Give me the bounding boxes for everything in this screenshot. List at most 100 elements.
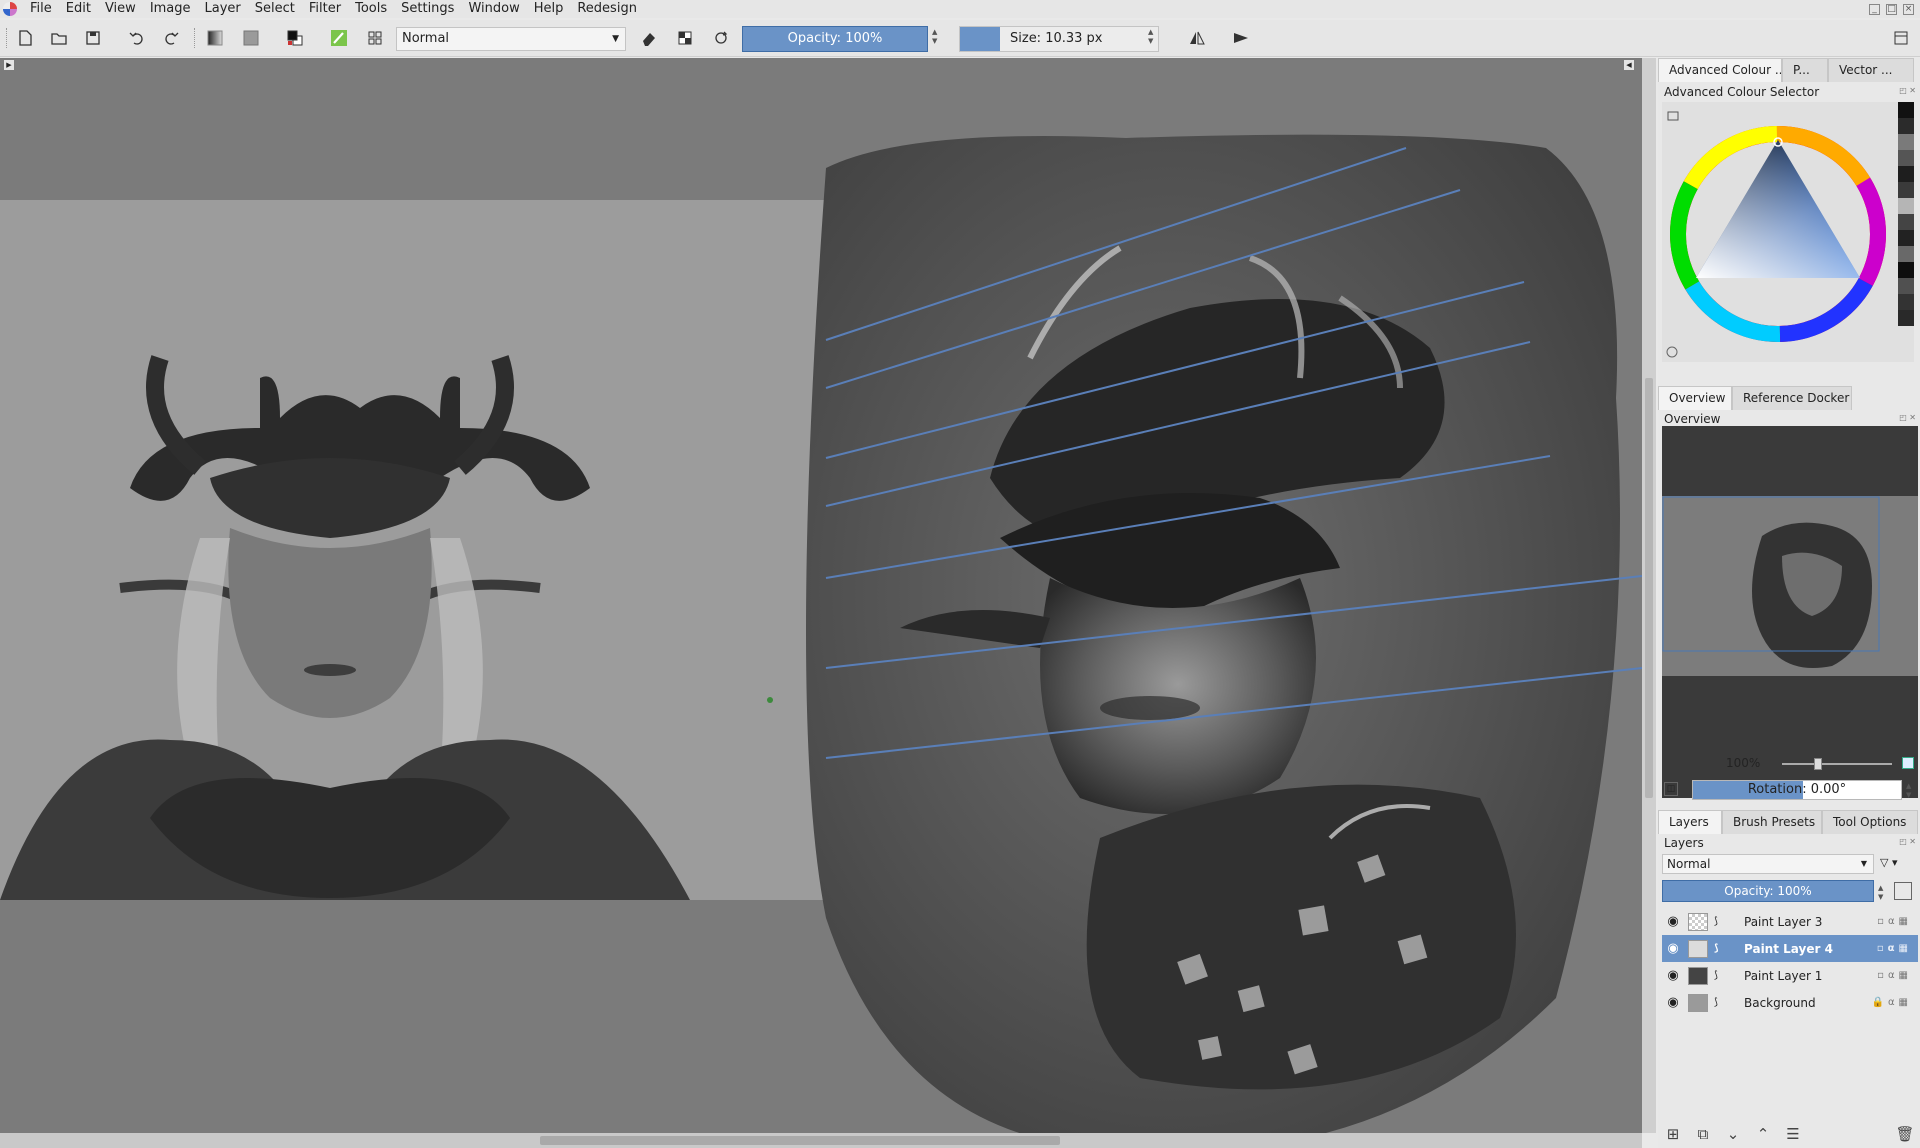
color-swatch-icon [287,30,303,46]
tab-tool-options[interactable]: Tool Options [1822,810,1918,834]
layer-lock-alpha-icons[interactable]: 🔒α▦ [1872,997,1919,1008]
brush-opacity-slider[interactable]: Opacity: 100% [742,26,928,52]
menu-settings[interactable]: Settings [394,0,461,18]
tab-vector[interactable]: Vector ... [1828,58,1914,82]
reset-colour-icon[interactable] [1666,346,1678,358]
docker-float-close-icon[interactable]: ◰ ✕ [1899,837,1916,846]
menu-file[interactable]: File [23,0,59,18]
fg-bg-color-button[interactable] [282,25,308,51]
new-document-button[interactable] [12,25,38,51]
colour-wheel[interactable] [1662,102,1898,362]
menu-view[interactable]: View [98,0,143,18]
menu-edit[interactable]: Edit [59,0,98,18]
visibility-eye-icon[interactable]: ◉ [1662,941,1684,956]
eraser-mode-button[interactable] [636,25,662,51]
docker-float-close-icon[interactable]: ◰ ✕ [1899,86,1916,95]
visibility-eye-icon[interactable]: ◉ [1662,968,1684,983]
layer-opacity-spinner[interactable]: ▲ ▼ [1878,884,1883,902]
workspaces-button[interactable] [362,25,388,51]
save-document-button[interactable] [80,25,106,51]
fit-view-icon[interactable] [1902,757,1914,769]
pattern-icon [243,30,259,46]
layer-opacity-slider[interactable]: Opacity: 100% [1662,880,1874,902]
alpha-lock-button[interactable] [672,25,698,51]
close-icon[interactable]: × [1903,3,1914,15]
canvas[interactable]: ▶ ◀ [0,58,1642,1133]
layer-properties-menu-icon[interactable]: ☰ [1778,1125,1808,1143]
gradient-button[interactable] [202,25,228,51]
brush-size-slider[interactable]: Size: 10.33 px [959,26,1159,52]
scrollbar-thumb[interactable] [540,1136,1060,1145]
zoom-slider[interactable] [1782,758,1892,770]
rotation-spinner[interactable]: ▲ ▼ [1906,782,1911,800]
layer-filter-icon[interactable]: ▽ ▾ [1880,856,1897,869]
tab-advanced-colour[interactable]: Advanced Colour ... [1658,58,1782,82]
delete-layer-icon[interactable]: 🗑 [1890,1125,1920,1143]
tab-overview[interactable]: Overview [1658,386,1732,410]
redo-button[interactable] [158,25,184,51]
maximize-icon[interactable]: □ [1886,3,1897,15]
canvas-toggle-icon[interactable]: ▶ [4,60,14,70]
overview-thumbnail[interactable] [1662,496,1918,676]
layer-row[interactable]: ◉ ⟆ Paint Layer 1 ▫α▦ [1662,962,1918,989]
brush-preset-button[interactable] [326,25,352,51]
colour-menu-icon[interactable] [1667,111,1679,121]
menu-redesign[interactable]: Redesign [570,0,644,18]
tab-layers[interactable]: Layers [1658,810,1722,834]
menu-tools[interactable]: Tools [348,0,394,18]
pattern-button[interactable] [238,25,264,51]
visibility-eye-icon[interactable]: ◉ [1662,995,1684,1010]
bottom-docker-tabs: Layers Brush Presets Tool Options [1658,810,1920,834]
layer-properties-icon[interactable] [1894,882,1912,900]
zoom-slider-handle[interactable] [1814,758,1822,770]
artwork-canvas[interactable] [0,58,1642,1133]
canvas-toggle-right-icon[interactable]: ◀ [1624,60,1634,70]
size-spinner[interactable]: ▲ ▼ [1148,28,1153,46]
open-document-button[interactable] [46,25,72,51]
menu-image[interactable]: Image [143,0,198,18]
docker-float-close-icon[interactable]: ◰ ✕ [1899,413,1916,422]
tab-palette[interactable]: P... [1782,58,1828,82]
mirror-canvas-icon[interactable]: ◫ [1664,782,1678,796]
horizontal-scrollbar[interactable] [0,1133,1642,1148]
menu-layer[interactable]: Layer [198,0,248,18]
move-layer-up-icon[interactable]: ⌃ [1748,1125,1778,1143]
grid-icon [368,31,382,45]
duplicate-layer-icon[interactable]: ⧉ [1688,1125,1718,1143]
reload-preset-button[interactable] [708,25,734,51]
overview-panel[interactable] [1662,426,1918,798]
layer-row[interactable]: ◉ ⟆ Paint Layer 3 ▫α▦ [1662,908,1918,935]
minimize-icon[interactable]: _ [1869,3,1880,15]
colour-selector[interactable] [1662,102,1914,362]
rotation-slider[interactable]: Rotation: 0.00° [1692,780,1902,800]
layer-lock-alpha-icons[interactable]: ▫α▦ [1877,916,1918,927]
overview-rotation-row: ◫ Rotation: 0.00° ▲ ▼ [1658,778,1920,802]
menu-filter[interactable]: Filter [302,0,348,18]
tab-brush-presets[interactable]: Brush Presets [1722,810,1822,834]
paint-layer-icon: ⟆ [1714,997,1718,1008]
undo-button[interactable] [124,25,150,51]
layer-lock-alpha-icons[interactable]: ▫α▦ [1877,943,1918,954]
scrollbar-thumb[interactable] [1645,378,1653,798]
layer-lock-alpha-icons[interactable]: ▫α▦ [1877,970,1918,981]
layer-row-active[interactable]: ◉ ⟆ Paint Layer 4 ▫α▦ [1662,935,1918,962]
layer-row[interactable]: ◉ ⟆ Background 🔒α▦ [1662,989,1918,1016]
layer-thumbnail [1688,966,1708,985]
menu-help[interactable]: Help [527,0,571,18]
toggle-docker-button[interactable] [1888,25,1914,51]
blend-mode-select[interactable]: Normal ▼ [396,27,626,51]
visibility-eye-icon[interactable]: ◉ [1662,914,1684,929]
opacity-spinner[interactable]: ▲ ▼ [932,28,937,46]
menu-window[interactable]: Window [461,0,526,18]
vertical-scrollbar[interactable] [1642,58,1656,1133]
mirror-vertical-button[interactable] [1228,25,1254,51]
layers-title: Layers [1664,836,1704,850]
recent-colours[interactable] [1898,102,1914,362]
menu-select[interactable]: Select [248,0,302,18]
add-layer-icon[interactable]: ⊞ [1658,1125,1688,1143]
mirror-horizontal-button[interactable] [1184,25,1210,51]
move-layer-down-icon[interactable]: ⌄ [1718,1125,1748,1143]
layer-blend-mode-select[interactable]: Normal ▼ [1662,854,1874,874]
tab-reference-docker[interactable]: Reference Docker [1732,386,1852,410]
toolbar-handle[interactable] [6,28,8,48]
